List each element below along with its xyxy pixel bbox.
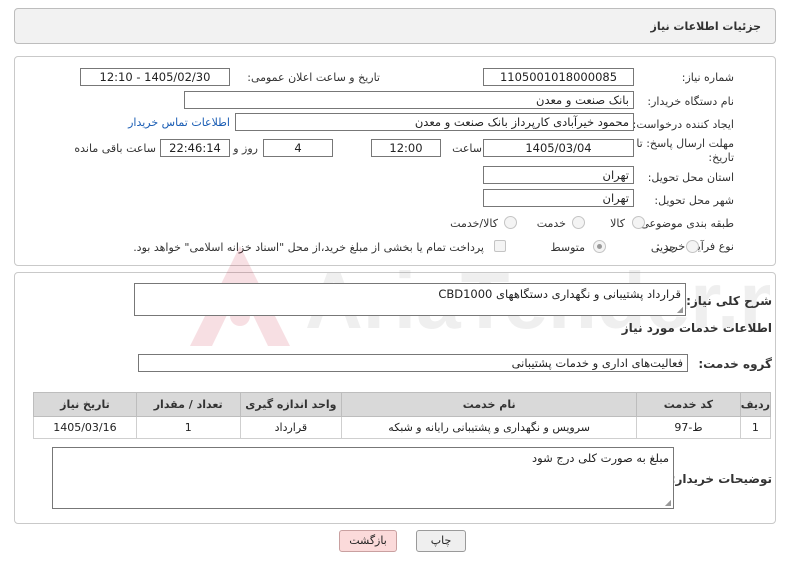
deadline-date-label: تاریخ: bbox=[708, 151, 734, 164]
need-summary-label: شرح کلی نیاز: bbox=[686, 294, 772, 308]
cell-service-name: سرویس و نگهداری و پشتیبانی رایانه و شبکه bbox=[341, 416, 638, 439]
need-info-panel bbox=[14, 56, 776, 266]
category-radio-goods-service[interactable] bbox=[504, 216, 517, 229]
buyer-contact-link[interactable]: اطلاعات تماس خریدار bbox=[128, 116, 230, 129]
need-number-label: شماره نیاز: bbox=[681, 71, 734, 84]
city-label: شهر محل تحویل: bbox=[654, 194, 734, 207]
page-header: جزئیات اطلاعات نیاز bbox=[14, 8, 776, 44]
buyer-notes-label: توضیحات خریدار: bbox=[670, 472, 772, 486]
col-need-date: تاریخ نیاز bbox=[33, 392, 137, 417]
col-row-number: ردیف bbox=[739, 392, 772, 417]
requester-label: ایجاد کننده درخواست: bbox=[632, 118, 734, 131]
process-radio-medium[interactable] bbox=[593, 240, 606, 253]
buyer-org-field: بانک صنعت و معدن bbox=[184, 91, 634, 109]
days-label: روز و bbox=[233, 142, 258, 155]
process-option-medium: متوسط bbox=[550, 241, 585, 254]
announce-date-label: تاریخ و ساعت اعلان عمومی: bbox=[247, 71, 380, 84]
need-summary-text: قرارداد پشتیبانی و نگهداری دستگاههای CBD… bbox=[438, 287, 681, 301]
need-summary-field: قرارداد پشتیبانی و نگهداری دستگاههای CBD… bbox=[134, 283, 686, 316]
category-option-goods: کالا bbox=[610, 217, 625, 230]
deadline-label: مهلت ارسال پاسخ: تا bbox=[636, 137, 734, 150]
remaining-time-label: ساعت باقی مانده bbox=[74, 142, 156, 155]
remaining-time-field: 22:46:14 bbox=[160, 139, 230, 157]
col-service-name: نام خدمت bbox=[341, 392, 638, 417]
remaining-days-field: 4 bbox=[263, 139, 333, 157]
page-title: جزئیات اطلاعات نیاز bbox=[650, 20, 762, 33]
cell-row-number: 1 bbox=[739, 416, 772, 439]
process-option-minor: جزیی bbox=[650, 241, 676, 254]
table-row: 1 ط-97 سرویس و نگهداری و پشتیبانی رایانه… bbox=[33, 416, 772, 439]
cell-need-date: 1405/03/16 bbox=[33, 416, 137, 439]
requester-field: محمود خیرآبادی کارپرداز بانک صنعت و معدن bbox=[235, 113, 634, 131]
province-label: استان محل تحویل: bbox=[647, 171, 734, 184]
category-radio-goods[interactable] bbox=[632, 216, 645, 229]
cell-quantity: 1 bbox=[135, 416, 241, 439]
col-quantity: تعداد / مقدار bbox=[135, 392, 241, 417]
treasury-payment-checkbox[interactable] bbox=[494, 240, 506, 252]
col-unit: واحد اندازه گیری bbox=[239, 392, 343, 417]
category-radio-service[interactable] bbox=[572, 216, 585, 229]
province-field: تهران bbox=[483, 166, 634, 184]
services-heading: اطلاعات خدمات مورد نیاز bbox=[621, 321, 772, 335]
back-button[interactable]: بازگشت bbox=[339, 530, 397, 552]
services-table: ردیف کد خدمت نام خدمت واحد اندازه گیری ت… bbox=[33, 392, 772, 439]
print-button[interactable]: چاپ bbox=[416, 530, 466, 552]
cell-service-code: ط-97 bbox=[636, 416, 741, 439]
city-field: تهران bbox=[483, 189, 634, 207]
process-radio-minor[interactable] bbox=[686, 240, 699, 253]
deadline-time-label: ساعت bbox=[452, 142, 482, 155]
service-group-label: گروه خدمت: bbox=[698, 357, 772, 371]
category-option-goods-service: کالا/خدمت bbox=[450, 217, 498, 230]
buyer-notes-field: مبلغ به صورت کلی درج شود ◢ bbox=[52, 447, 674, 509]
announce-date-field: 1405/02/30 - 12:10 bbox=[80, 68, 230, 86]
cell-unit: قرارداد bbox=[239, 416, 343, 439]
category-option-service: خدمت bbox=[536, 217, 566, 230]
treasury-payment-note: پرداخت تمام یا بخشی از مبلغ خرید،از محل … bbox=[133, 241, 484, 254]
need-number-field: 1105001018000085 bbox=[483, 68, 634, 86]
deadline-time-field: 12:00 bbox=[371, 139, 441, 157]
col-service-code: کد خدمت bbox=[636, 392, 741, 417]
table-header-row: ردیف کد خدمت نام خدمت واحد اندازه گیری ت… bbox=[33, 392, 772, 417]
buyer-notes-text: مبلغ به صورت کلی درج شود bbox=[532, 451, 669, 465]
buyer-org-label: نام دستگاه خریدار: bbox=[647, 95, 734, 108]
resize-grip-icon[interactable]: ◢ bbox=[665, 499, 671, 507]
category-label: طبقه بندی موضوعی: bbox=[636, 217, 734, 230]
resize-grip-icon[interactable]: ◢ bbox=[677, 306, 683, 314]
deadline-date-field: 1405/03/04 bbox=[483, 139, 634, 157]
service-group-field: فعالیت‌های اداری و خدمات پشتیبانی bbox=[138, 354, 688, 372]
